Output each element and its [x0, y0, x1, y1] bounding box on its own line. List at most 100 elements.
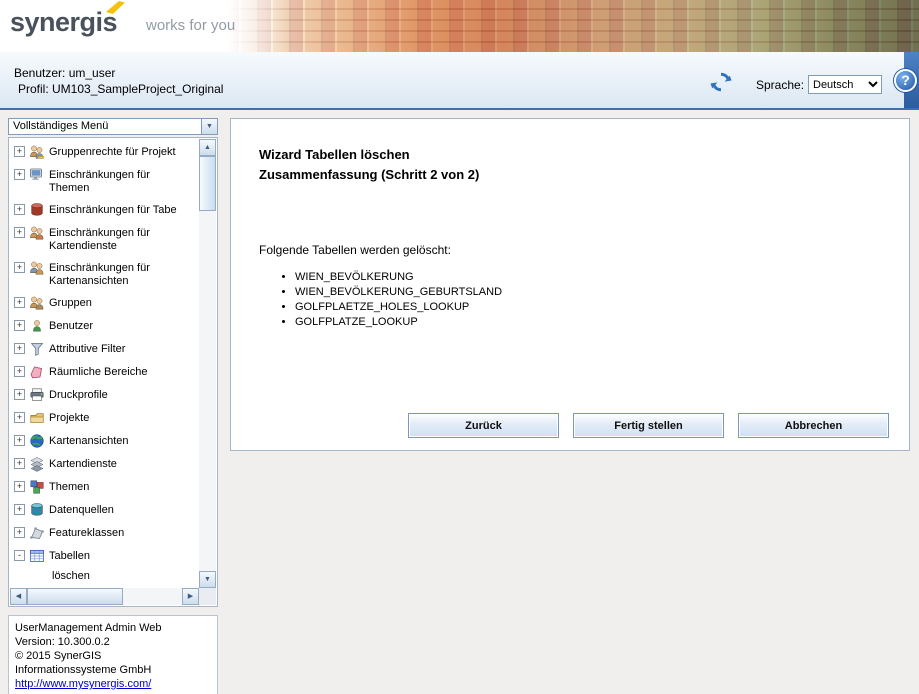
summary-intro-text: Folgende Tabellen werden gelöscht: [259, 243, 451, 257]
map-banner-image [227, 0, 919, 52]
expand-toggle-icon[interactable]: + [14, 169, 25, 180]
tree-item-label: Themen [49, 481, 90, 493]
tree-item[interactable]: + Einschränkungen für Kartendienste [12, 222, 199, 256]
refresh-icon[interactable] [710, 71, 732, 93]
tree-subitem[interactable]: löschen [12, 568, 199, 586]
cancel-button[interactable]: Abbrechen [738, 413, 889, 438]
expand-toggle-icon[interactable]: + [14, 262, 25, 273]
language-select[interactable]: Deutsch [808, 75, 882, 94]
expand-toggle-icon[interactable]: + [14, 204, 25, 215]
app-name: UserManagement Admin Web [15, 622, 162, 634]
company-link[interactable]: http://www.mysynergis.com/ [15, 678, 151, 690]
tree-item[interactable]: + Druckprofile [12, 384, 199, 406]
tree-item[interactable]: + Einschränkungen für Tabe [12, 199, 199, 221]
top-banner: synergis works for you [0, 0, 919, 52]
tree-item-label: Benutzer [49, 320, 94, 332]
logo-tagline: works for you [146, 17, 236, 34]
projects-icon [29, 410, 45, 426]
scroll-left-icon[interactable]: ◀ [10, 588, 27, 605]
tree-item[interactable]: + Kartendienste [12, 453, 199, 475]
finish-button[interactable]: Fertig stellen [573, 413, 724, 438]
tables-to-delete-list: WIEN_BEVÖLKERUNG WIEN_BEVÖLKERUNG_GEBURT… [295, 270, 889, 330]
users-icon [29, 318, 45, 334]
version-label: Version: 10.300.0.2 [15, 636, 110, 648]
tree-item-label: Tabellen [49, 550, 90, 562]
mapservice-restrictions-icon [29, 225, 45, 241]
wizard-panel: Wizard Tabellen löschen Zusammenfassung … [230, 118, 910, 451]
tree-item[interactable]: + Gruppen [12, 292, 199, 314]
expand-toggle-icon[interactable]: + [14, 435, 25, 446]
expand-toggle-icon[interactable]: + [14, 227, 25, 238]
tree-item[interactable]: + Projekte [12, 407, 199, 429]
header-bar: Benutzer: um_user Profil: UM103_SamplePr… [0, 52, 919, 110]
expand-toggle-icon[interactable]: + [14, 412, 25, 423]
sidebar: Vollständiges Menü ▼ + Gruppenrechte für … [8, 118, 218, 694]
vertical-scrollbar[interactable]: ▲ ▼ [199, 139, 216, 588]
map-services-icon [29, 456, 45, 472]
scroll-up-icon[interactable]: ▲ [199, 139, 216, 156]
expand-toggle-icon[interactable]: + [14, 146, 25, 157]
feature-classes-icon [29, 525, 45, 541]
tree-item-label: Featureklassen [49, 527, 125, 539]
tree-item[interactable]: + Einschränkungen für Themen [12, 164, 199, 198]
tree-item-label: Datenquellen [49, 504, 114, 516]
tree-item-label: Kartendienste [49, 458, 117, 470]
horizontal-scrollbar[interactable]: ◀ ▶ [10, 588, 199, 605]
expand-toggle-icon[interactable]: + [14, 389, 25, 400]
tree-item-label: Einschränkungen für Tabe [49, 204, 177, 216]
tree-item-label: Projekte [49, 412, 90, 424]
vertical-scroll-thumb[interactable] [199, 156, 216, 211]
profile-label: Profil: UM103_SampleProject_Original [18, 82, 224, 96]
spatial-areas-icon [29, 364, 45, 380]
expand-toggle-icon[interactable]: + [14, 527, 25, 538]
copyright-label: © 2015 SynerGIS [15, 650, 102, 662]
tree-item[interactable]: + Themen [12, 476, 199, 498]
horizontal-scroll-thumb[interactable] [27, 588, 123, 605]
print-profiles-icon [29, 387, 45, 403]
help-icon[interactable]: ? [894, 69, 917, 92]
chevron-down-icon[interactable]: ▼ [201, 119, 217, 134]
expand-toggle-icon[interactable]: + [14, 297, 25, 308]
groups-icon [29, 295, 45, 311]
tree-item[interactable]: + Featureklassen [12, 522, 199, 544]
company-label: Informationssysteme GmbH [15, 664, 152, 676]
mapview-restrictions-icon [29, 260, 45, 276]
table-list-item: WIEN_BEVÖLKERUNG [295, 270, 889, 285]
expand-toggle-icon[interactable]: + [14, 481, 25, 492]
map-views-icon [29, 433, 45, 449]
wizard-title: Wizard Tabellen löschen [259, 147, 410, 162]
table-list-item: GOLFPLATZE_LOOKUP [295, 315, 889, 330]
group-rights-icon [29, 144, 45, 160]
tree-item[interactable]: + Attributive Filter [12, 338, 199, 360]
menu-mode-dropdown[interactable]: Vollständiges Menü ▼ [8, 118, 218, 135]
scroll-right-icon[interactable]: ▶ [182, 588, 199, 605]
language-label: Sprache: [756, 78, 805, 92]
tree-item-label: Gruppen [49, 297, 92, 309]
tree-item[interactable]: + Gruppenrechte für Projekt [12, 141, 199, 163]
version-info-box: UserManagement Admin Web Version: 10.300… [8, 615, 218, 694]
tree-item[interactable]: - Tabellen [12, 545, 199, 567]
tree-item-label: Einschränkungen für Kartenansichten [49, 262, 150, 287]
user-info: Benutzer: um_user Profil: UM103_SamplePr… [14, 65, 223, 97]
tree-item[interactable]: + Datenquellen [12, 499, 199, 521]
expand-toggle-icon[interactable]: + [14, 343, 25, 354]
table-list-item: WIEN_BEVÖLKERUNG_GEBURTSLAND [295, 285, 889, 300]
expand-toggle-icon[interactable]: + [14, 320, 25, 331]
tree-item[interactable]: + Räumliche Bereiche [12, 361, 199, 383]
tree-item-label: Einschränkungen für Themen [49, 169, 150, 194]
expand-toggle-icon[interactable]: + [14, 458, 25, 469]
tree-item[interactable]: + Benutzer [12, 315, 199, 337]
expand-toggle-icon[interactable]: + [14, 366, 25, 377]
tree-item[interactable]: + Kartenansichten [12, 430, 199, 452]
tables-icon [29, 548, 45, 564]
expand-toggle-icon[interactable]: - [14, 550, 25, 561]
tree-item[interactable]: + Einschränkungen für Kartenansichten [12, 257, 199, 291]
navigation-tree-panel: + Gruppenrechte für Projekt + Einschränkung… [8, 137, 218, 607]
scroll-down-icon[interactable]: ▼ [199, 571, 216, 588]
data-sources-icon [29, 502, 45, 518]
wizard-button-row: Zurück Fertig stellen Abbrechen [259, 413, 889, 438]
tree-item-label: Räumliche Bereiche [49, 366, 148, 378]
expand-toggle-icon[interactable]: + [14, 504, 25, 515]
back-button[interactable]: Zurück [408, 413, 559, 438]
attribute-filter-icon [29, 341, 45, 357]
